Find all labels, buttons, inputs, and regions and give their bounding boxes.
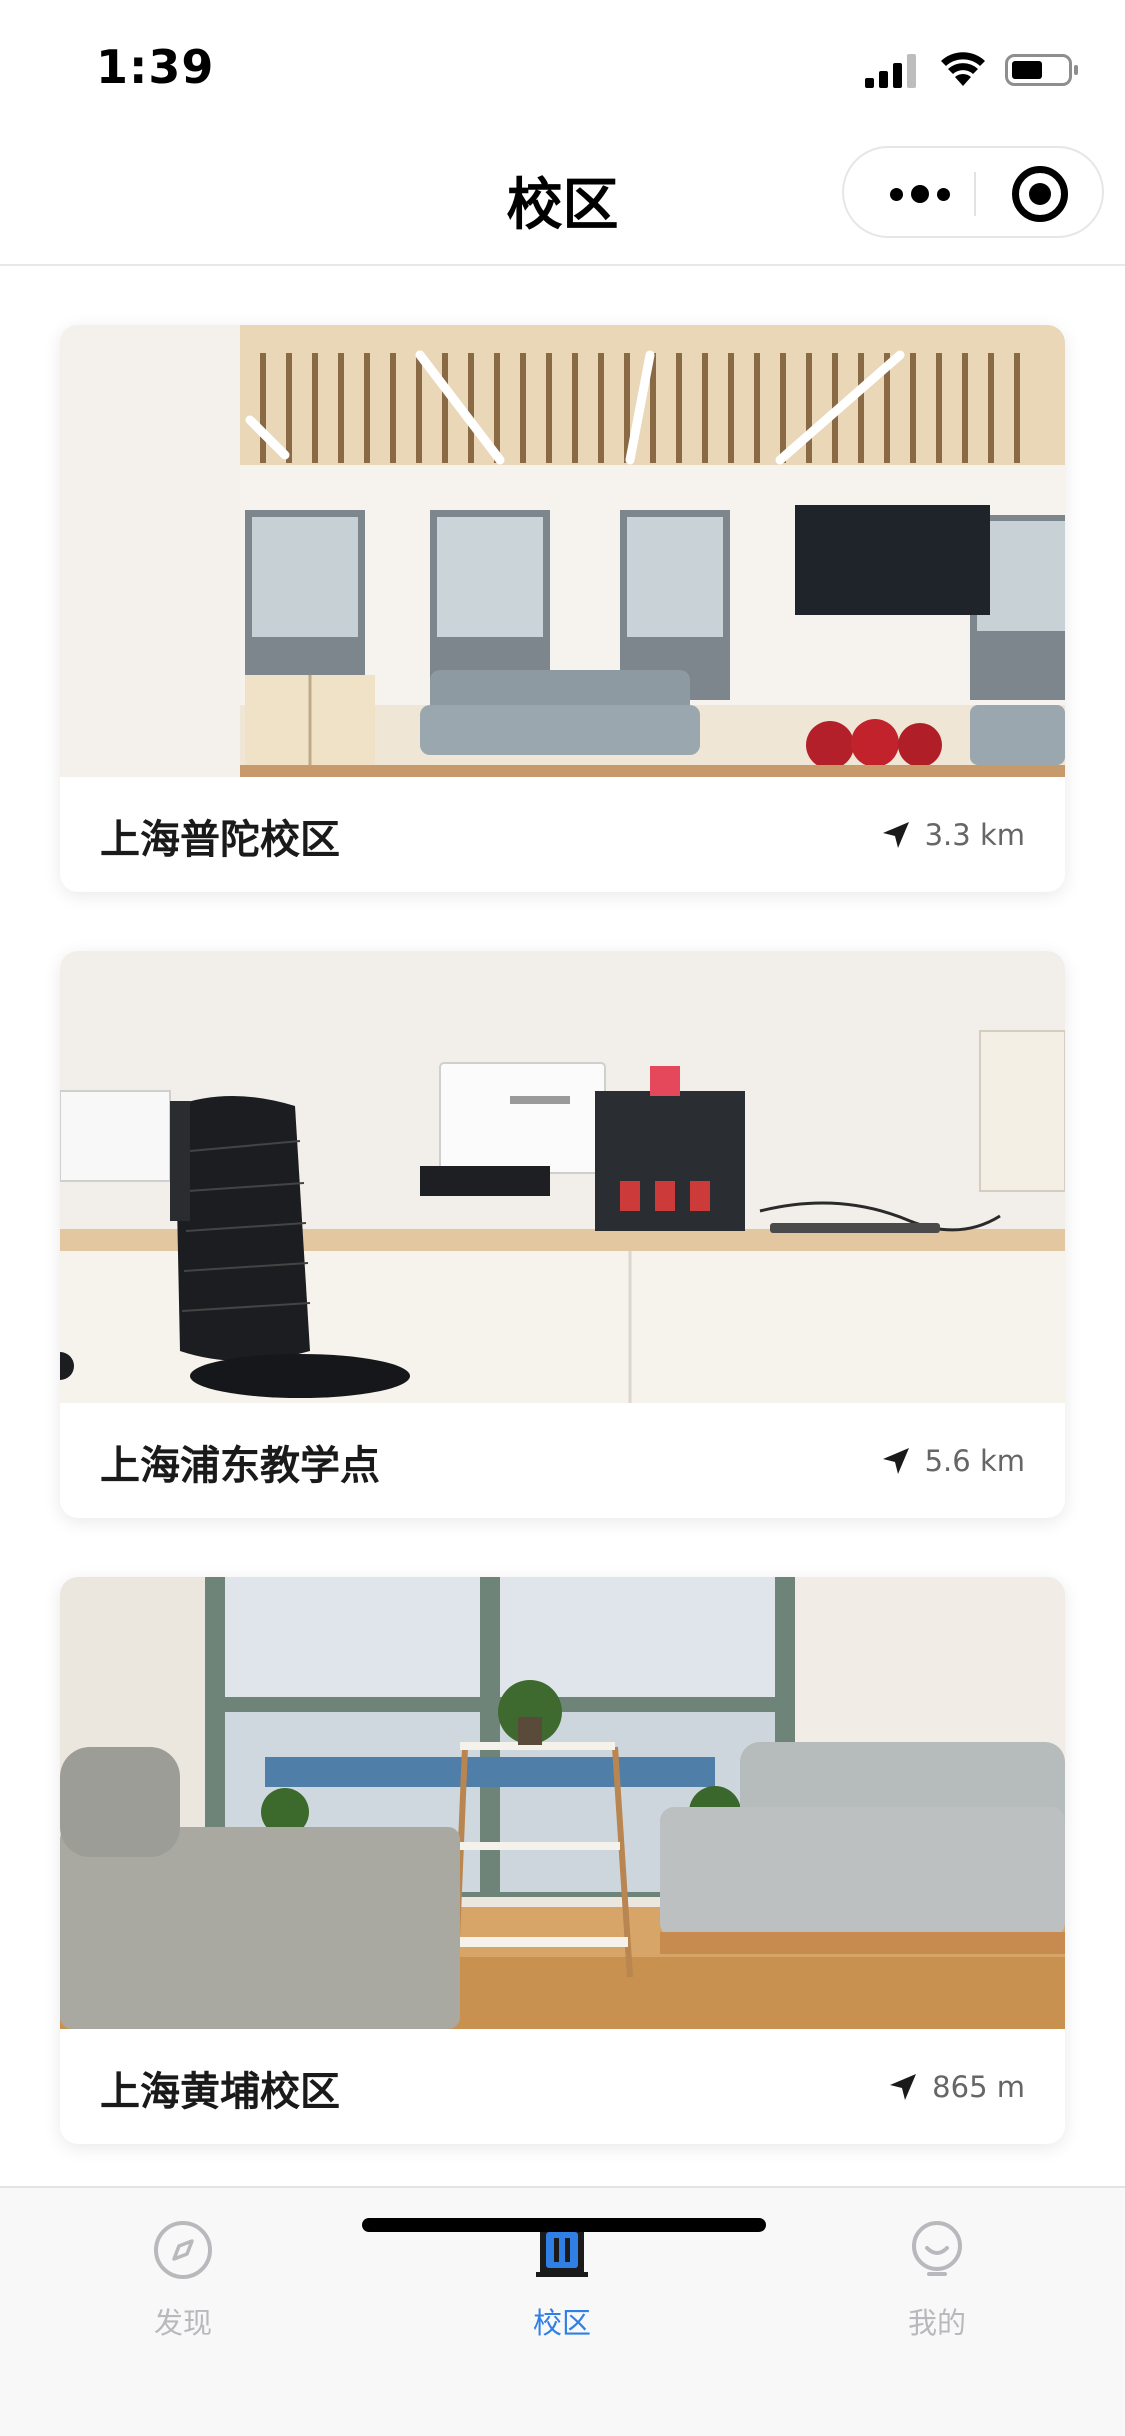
tab-mine[interactable]: 我的 xyxy=(817,2218,1057,2348)
campus-distance-value: 865 m xyxy=(932,2070,1025,2104)
campus-card-footer: 上海普陀校区 3.3 km xyxy=(60,777,1065,892)
tab-discover[interactable]: 发现 xyxy=(63,2218,303,2348)
smiley-user-icon xyxy=(912,2221,962,2276)
campus-list: 上海普陀校区 3.3 km 上海浦东教学点 5.6 km 上海黄埔校区 865 … xyxy=(60,325,1065,2144)
tab-label: 我的 xyxy=(907,2306,966,2340)
home-indicator xyxy=(362,2218,766,2232)
battery-icon xyxy=(1005,54,1078,86)
mini-program-capsule xyxy=(842,146,1104,238)
tab-label: 发现 xyxy=(153,2306,212,2340)
wifi-icon xyxy=(941,52,985,86)
campus-distance: 865 m xyxy=(888,2067,1025,2107)
signal-icon xyxy=(865,54,916,88)
tab-label: 校区 xyxy=(532,2306,591,2340)
tab-campus[interactable]: 校区 xyxy=(442,2218,682,2348)
location-arrow-icon xyxy=(882,822,909,848)
capsule-divider xyxy=(974,172,976,216)
campus-photo xyxy=(60,1577,1065,2029)
status-time: 1:39 xyxy=(96,40,215,94)
more-dots-icon[interactable] xyxy=(884,174,956,214)
campus-distance-value: 3.3 km xyxy=(924,818,1025,852)
campus-card-footer: 上海黄埔校区 865 m xyxy=(60,2029,1065,2144)
campus-distance: 3.3 km xyxy=(881,815,1025,855)
campus-photo xyxy=(60,951,1065,1403)
status-icons xyxy=(865,48,1081,92)
compass-icon xyxy=(154,2221,212,2279)
campus-name: 上海黄埔校区 xyxy=(100,2069,340,2115)
campus-distance: 5.6 km xyxy=(881,1441,1025,1481)
campus-name: 上海浦东教学点 xyxy=(100,1443,380,1489)
campus-card[interactable]: 上海黄埔校区 865 m xyxy=(60,1577,1065,2144)
campus-card[interactable]: 上海普陀校区 3.3 km xyxy=(60,325,1065,892)
campus-card[interactable]: 上海浦东教学点 5.6 km xyxy=(60,951,1065,1518)
location-arrow-icon xyxy=(882,1448,909,1474)
status-bar: 1:39 xyxy=(0,0,1125,132)
close-circle-icon[interactable] xyxy=(1012,166,1068,222)
navigation-bar: 校区 xyxy=(0,132,1125,266)
location-arrow-icon xyxy=(890,2074,917,2100)
campus-name: 上海普陀校区 xyxy=(100,817,340,863)
campus-distance-value: 5.6 km xyxy=(924,1444,1025,1478)
campus-photo xyxy=(60,325,1065,777)
campus-card-footer: 上海浦东教学点 5.6 km xyxy=(60,1403,1065,1518)
